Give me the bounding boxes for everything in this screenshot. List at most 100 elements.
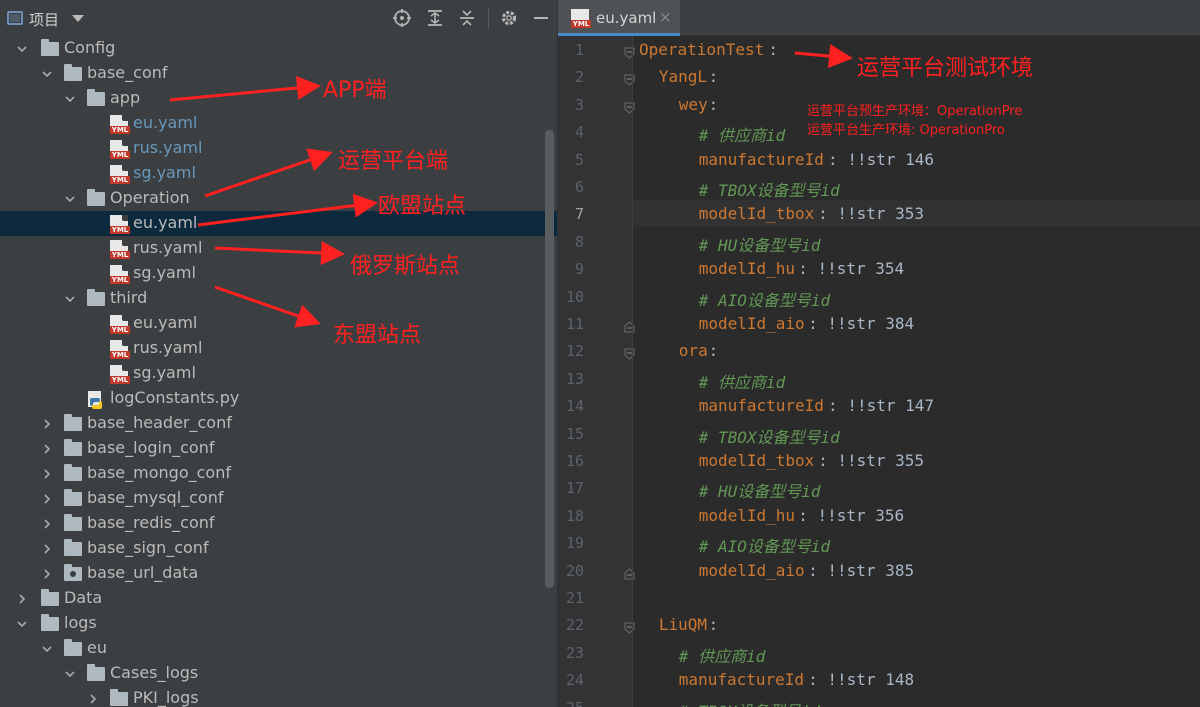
chevron-right-icon[interactable] [41, 568, 53, 580]
code-line[interactable]: ora: [633, 337, 1200, 364]
close-icon[interactable]: × [659, 8, 672, 26]
tree-row[interactable]: eu [0, 636, 557, 661]
tree-row[interactable]: YML sg.yaml [0, 361, 557, 386]
code-line[interactable]: # TBOX设备型号id [633, 420, 1200, 447]
annotation-rus-site: 俄罗斯站点 [350, 254, 461, 279]
code-line[interactable]: # 供应商id [633, 639, 1200, 666]
panel-title[interactable]: 项目 [29, 9, 59, 30]
code-line[interactable]: # HU设备型号id [633, 228, 1200, 255]
yaml-value: : [708, 615, 719, 635]
annotation-app-end: APP端 [323, 78, 387, 103]
code-line[interactable]: manufactureId: !!str 146 [633, 146, 1200, 173]
yaml-file-icon: YML [110, 115, 130, 134]
code-line[interactable]: manufactureId: !!str 147 [633, 392, 1200, 419]
tree-row[interactable]: YML eu.yaml [0, 211, 557, 236]
gear-icon[interactable] [499, 8, 519, 28]
tree-row[interactable]: base_header_conf [0, 411, 557, 436]
code-line[interactable] [633, 584, 1200, 611]
tree-row[interactable]: base_sign_conf [0, 536, 557, 561]
annotation-asean-site: 东盟站点 [333, 323, 422, 348]
tree-row[interactable]: Data [0, 586, 557, 611]
chevron-right-icon[interactable] [41, 418, 53, 430]
chevron-right-icon[interactable] [41, 493, 53, 505]
yaml-comment: # TBOX设备型号id [698, 427, 840, 447]
chevron-right-icon[interactable] [41, 468, 53, 480]
tree-row[interactable]: YML sg.yaml [0, 261, 557, 286]
yaml-key: manufactureId [678, 670, 805, 690]
chevron-down-icon[interactable] [41, 643, 53, 655]
yaml-value: : [708, 94, 719, 114]
tree-row[interactable]: base_mysql_conf [0, 486, 557, 511]
panel-header: 项目 [0, 0, 557, 37]
folder-icon [64, 64, 82, 81]
code-line[interactable]: LiuQM: [633, 611, 1200, 638]
collapse-all-icon[interactable] [457, 8, 477, 28]
tree-row[interactable]: logs [0, 611, 557, 636]
code-line[interactable]: modelId_aio: !!str 384 [633, 310, 1200, 337]
tree-item-label: base_mongo_conf [87, 463, 231, 482]
yaml-comment: # 供应商id [678, 646, 766, 666]
tree-row[interactable]: Operation [0, 186, 557, 211]
chevron-down-icon[interactable] [72, 15, 84, 22]
chevron-down-icon[interactable] [41, 68, 53, 80]
code-line[interactable]: # 供应商id [633, 365, 1200, 392]
tree-row[interactable]: base_redis_conf [0, 511, 557, 536]
code-line[interactable]: # AIO设备型号id [633, 529, 1200, 556]
yaml-file-icon: YML [110, 215, 130, 234]
line-number: 13 [565, 369, 584, 388]
code-line[interactable]: modelId_aio: !!str 385 [633, 557, 1200, 584]
chevron-right-icon[interactable] [41, 543, 53, 555]
tree-item-label: sg.yaml [133, 363, 196, 382]
code-line[interactable]: # TBOX设备型号id [633, 173, 1200, 200]
code-line[interactable]: modelId_hu: !!str 354 [633, 255, 1200, 282]
code-line[interactable]: modelId_hu: !!str 356 [633, 502, 1200, 529]
chevron-down-icon[interactable] [16, 618, 28, 630]
tree-row[interactable]: logConstants.py [0, 386, 557, 411]
code-line[interactable]: # TBOX设备型号id [633, 694, 1200, 707]
expand-all-icon[interactable] [425, 8, 445, 28]
yaml-comment: # 供应商id [698, 372, 786, 392]
chevron-down-icon[interactable] [64, 93, 76, 105]
tree-row[interactable]: third [0, 286, 557, 311]
tree-scrollbar[interactable] [545, 130, 554, 588]
line-number: 23 [565, 643, 584, 662]
tree-row[interactable]: base_mongo_conf [0, 461, 557, 486]
tree-row[interactable]: YML sg.yaml [0, 161, 557, 186]
chevron-down-icon[interactable] [64, 293, 76, 305]
folder-icon [41, 589, 59, 606]
yaml-key: manufactureId [698, 149, 824, 169]
chevron-down-icon[interactable] [64, 668, 76, 680]
tree-row[interactable]: Config [0, 36, 557, 61]
tree-row[interactable]: YML rus.yaml [0, 136, 557, 161]
chevron-right-icon[interactable] [16, 593, 28, 605]
chevron-down-icon[interactable] [16, 43, 28, 55]
code-line[interactable]: modelId_tbox: !!str 355 [633, 447, 1200, 474]
toolbar-separator [488, 8, 489, 28]
tree-row[interactable]: app [0, 86, 557, 111]
code-line[interactable]: # HU设备型号id [633, 474, 1200, 501]
tree-row[interactable]: YML eu.yaml [0, 111, 557, 136]
yaml-comment: # HU设备型号id [698, 482, 821, 502]
chevron-down-icon[interactable] [64, 193, 76, 205]
yaml-file-icon: YML [571, 9, 591, 28]
tree-row[interactable]: YML eu.yaml [0, 311, 557, 336]
chevron-right-icon[interactable] [41, 443, 53, 455]
minimize-icon[interactable] [531, 8, 551, 28]
chevron-right-icon[interactable] [41, 518, 53, 530]
tree-row[interactable]: base_conf [0, 61, 557, 86]
tree-item-label: base_mysql_conf [87, 488, 224, 507]
tree-row[interactable]: PKI_logs [0, 686, 557, 707]
code-line[interactable]: modelId_tbox: !!str 353 [633, 200, 1200, 228]
tree-row[interactable]: base_login_conf [0, 436, 557, 461]
tree-row[interactable]: YML rus.yaml [0, 236, 557, 261]
chevron-right-icon[interactable] [87, 693, 99, 705]
code-line[interactable]: manufactureId: !!str 148 [633, 666, 1200, 693]
tree-row[interactable]: base_url_data [0, 561, 557, 586]
tab-eu-yaml[interactable]: YML eu.yaml × [558, 0, 680, 36]
yaml-value: : !!str 146 [828, 149, 935, 169]
tree-row[interactable]: Cases_logs [0, 661, 557, 686]
line-number: 8 [574, 232, 584, 251]
code-line[interactable]: # AIO设备型号id [633, 283, 1200, 310]
tree-row[interactable]: YML rus.yaml [0, 336, 557, 361]
crosshair-icon[interactable] [392, 8, 412, 28]
